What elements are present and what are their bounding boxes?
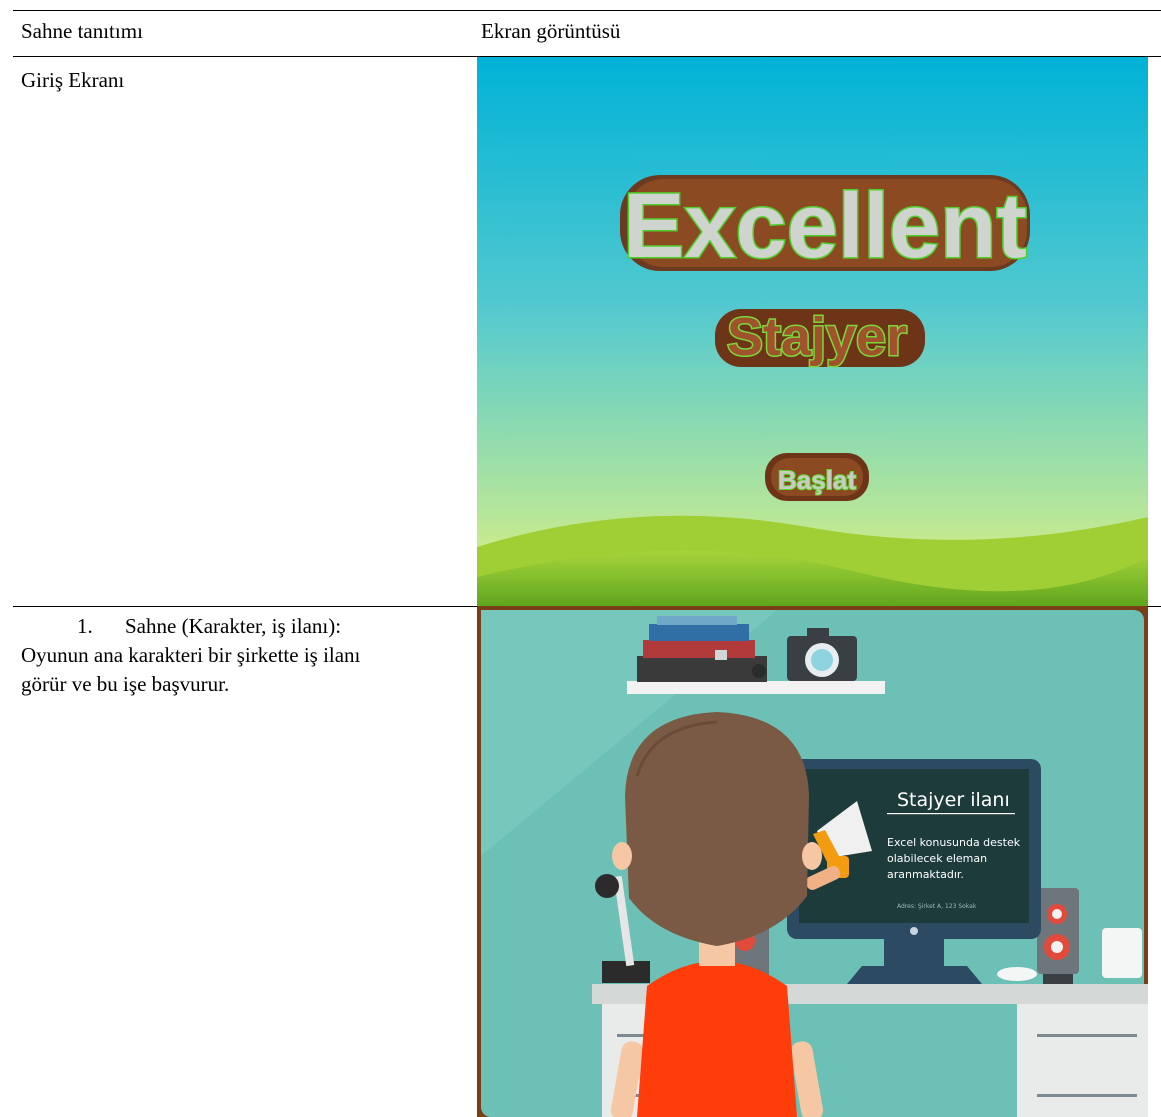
- monitor-body-line-1: Excel konusunda destek: [887, 836, 1021, 849]
- title-screen-image: Excellent Stajyer Başlat: [477, 57, 1148, 607]
- row2-number: 1.: [77, 614, 93, 638]
- monitor-body-line-2: olabilecek eleman: [887, 852, 987, 865]
- svg-text:Başlat: Başlat: [778, 465, 856, 495]
- monitor-footer: Adres: Şirket A, 123 Sokak: [897, 903, 977, 910]
- speaker-right: [1037, 888, 1079, 984]
- row2-description: 1. Sahne (Karakter, iş ilanı): Oyunun an…: [21, 612, 471, 699]
- header-screenshot: Ekran görüntüsü: [481, 19, 621, 43]
- monitor-title: Stajyer ilanı: [897, 789, 1010, 811]
- table-top-rule: [13, 10, 1161, 11]
- row2-heading: Sahne (Karakter, iş ilanı):: [125, 614, 342, 638]
- svg-text:Stajyer: Stajyer: [727, 307, 907, 367]
- row1-description: Giriş Ekranı: [21, 68, 125, 92]
- start-button[interactable]: Başlat: [765, 453, 869, 501]
- scene-one-image: Stajyer ilanı Excel konusunda destek ola…: [477, 606, 1148, 1117]
- mouse: [997, 967, 1037, 981]
- header-scene-description: Sahne tanıtımı: [21, 19, 143, 43]
- mug: [1102, 928, 1142, 978]
- title-stajyer: Stajyer: [715, 306, 925, 369]
- row2-line2: Oyunun ana karakteri bir şirkette iş ila…: [21, 643, 361, 667]
- row2-heading-line: 1. Sahne (Karakter, iş ilanı):: [21, 612, 471, 641]
- monitor-body-line-3: aranmaktadır.: [887, 868, 964, 881]
- title-excellent: Excellent: [620, 174, 1030, 279]
- row2-line3: görür ve bu işe başvurur.: [21, 672, 230, 696]
- svg-text:Excellent: Excellent: [623, 175, 1027, 277]
